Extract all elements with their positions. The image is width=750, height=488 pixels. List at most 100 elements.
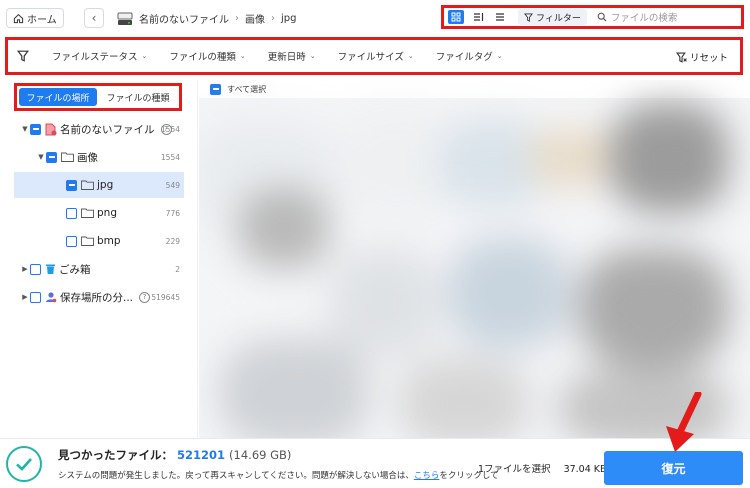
drive-icon <box>117 12 133 25</box>
folder-icon <box>81 180 94 190</box>
view-and-search-group: フィルター ファイルの検索 <box>441 5 744 29</box>
filter-button[interactable]: フィルター <box>518 9 587 25</box>
tree-checkbox[interactable] <box>30 291 41 303</box>
tree-item-bmp[interactable]: bmp 229 <box>14 228 184 254</box>
tree-item-storage-location[interactable]: ▶ 保存場所の分... ? 519645 <box>14 284 184 310</box>
reset-button[interactable]: リセット <box>676 50 728 64</box>
tree-item-count: 1554 <box>160 152 180 162</box>
reset-label: リセット <box>689 53 728 64</box>
search-icon <box>597 12 607 22</box>
tree-item-recycle-bin[interactable]: ▶ ごみ箱 2 <box>14 256 184 282</box>
search-input[interactable]: ファイルの検索 <box>597 10 678 24</box>
tree-item-count: 519645 <box>151 292 180 302</box>
filter-label: フィルター <box>536 13 581 24</box>
home-label: ホーム <box>27 14 57 26</box>
filter-file-status[interactable]: ファイルステータス ⌄ <box>52 49 147 63</box>
tree-item-count: 1554 <box>160 124 180 134</box>
tree-checkbox[interactable] <box>66 179 77 191</box>
detail-view-button[interactable] <box>470 10 486 24</box>
file-preview-area: すべて選択 <box>199 80 750 438</box>
tree-checkbox[interactable] <box>30 263 41 275</box>
tree-item-images[interactable]: ▼ 画像 1554 <box>14 144 184 170</box>
filter-file-size[interactable]: ファイルサイズ ⌄ <box>338 49 414 63</box>
top-bar: ホーム ‹ 名前のないファイル › 画像 › jpg フィルター ファイルの検索 <box>0 0 750 36</box>
tree-item-label: bmp <box>97 235 121 247</box>
search-placeholder: ファイルの検索 <box>610 13 678 24</box>
folder-icon <box>81 236 94 246</box>
home-icon <box>13 13 24 23</box>
breadcrumb: 名前のないファイル › 画像 › jpg <box>117 11 296 26</box>
filter-label: ファイルの種類 <box>169 52 236 63</box>
filter-clear-icon <box>676 52 687 63</box>
grid-view-button[interactable] <box>448 10 464 24</box>
blurred-thumbnail-grid <box>199 98 750 438</box>
chevron-down-icon: ⌄ <box>141 52 148 60</box>
tree-item-count: 549 <box>165 180 180 190</box>
filter-label: 更新日時 <box>267 52 306 63</box>
tree-item-count: 229 <box>165 236 180 246</box>
breadcrumb-separator-icon: › <box>235 13 239 24</box>
breadcrumb-item[interactable]: 画像 <box>245 11 265 26</box>
folder-icon <box>61 152 74 162</box>
help-link[interactable]: こちら <box>414 471 440 481</box>
caret-down-icon[interactable]: ▼ <box>36 153 46 161</box>
filter-file-tag[interactable]: ファイルタグ ⌄ <box>436 49 503 63</box>
found-files-count: 521201 <box>177 448 226 462</box>
breadcrumb-item[interactable]: jpg <box>281 13 296 24</box>
chevron-down-icon: ⌄ <box>239 52 246 60</box>
system-message: システムの問題が発生しました。戻って再スキャンしてください。問題が解決しない場合… <box>58 469 499 481</box>
sidebar: ファイルの場所 ファイルの種類 ▼ 名前のないファイル ? 1554 ▼ 画像 … <box>0 80 198 438</box>
tab-file-type[interactable]: ファイルの種類 <box>99 88 177 106</box>
tab-file-location[interactable]: ファイルの場所 <box>19 88 97 106</box>
sidebar-tabs: ファイルの場所 ファイルの種類 <box>14 83 182 111</box>
annotation-arrow-icon <box>666 392 702 452</box>
chevron-down-icon: ⌄ <box>496 52 503 60</box>
tree-checkbox[interactable] <box>30 123 41 135</box>
success-check-icon <box>6 446 42 482</box>
tree-item-label: ごみ箱 <box>59 263 91 276</box>
detail-view-icon <box>473 13 483 21</box>
tree-item-png[interactable]: png 776 <box>14 200 184 226</box>
filter-label: ファイルサイズ <box>337 52 404 63</box>
tree-item-count: 2 <box>175 264 180 274</box>
tree-item-label: 画像 <box>77 151 98 164</box>
tree-checkbox[interactable] <box>46 151 57 163</box>
list-view-button[interactable] <box>492 10 508 24</box>
filter-file-type[interactable]: ファイルの種類 ⌄ <box>169 49 245 63</box>
trash-icon <box>46 264 55 274</box>
chevron-down-icon: ⌄ <box>309 52 316 60</box>
list-view-icon <box>496 13 504 21</box>
home-button[interactable]: ホーム <box>6 8 64 28</box>
tree-item-jpg[interactable]: jpg 549 <box>14 172 184 198</box>
chevron-down-icon: ⌄ <box>407 52 414 60</box>
tree-item-label: jpg <box>97 179 114 191</box>
tree-item-label: 名前のないファイル <box>60 123 155 136</box>
tree-item-label: 保存場所の分... <box>60 291 134 304</box>
filter-icon <box>17 50 29 62</box>
file-missing-icon <box>45 123 57 135</box>
recover-button[interactable]: 復元 <box>604 451 743 485</box>
tree-checkbox[interactable] <box>66 235 77 247</box>
found-files-label: 見つかったファイル： <box>58 448 173 462</box>
tree-checkbox[interactable] <box>66 207 77 219</box>
help-icon[interactable]: ? <box>139 291 151 303</box>
system-message-text: システムの問題が発生しました。戻って再スキャンしてください。問題が解決しない場合… <box>58 471 414 481</box>
caret-down-icon[interactable]: ▼ <box>20 125 30 133</box>
select-all-row[interactable]: すべて選択 <box>199 80 750 98</box>
select-all-label: すべて選択 <box>227 84 267 94</box>
found-files-size: (14.69 GB) <box>229 448 292 462</box>
filter-modified-date[interactable]: 更新日時 ⌄ <box>268 49 316 63</box>
folder-icon <box>81 208 94 218</box>
caret-right-icon[interactable]: ▶ <box>20 265 30 273</box>
breadcrumb-separator-icon: › <box>271 13 275 24</box>
filter-label: ファイルタグ <box>435 52 493 63</box>
tree-item-label: png <box>97 207 117 219</box>
selection-info: 1ファイルを選択 37.04 KB <box>478 461 607 475</box>
tree-item-unnamed-files[interactable]: ▼ 名前のないファイル ? 1554 <box>14 116 184 142</box>
caret-right-icon[interactable]: ▶ <box>20 293 30 301</box>
breadcrumb-item[interactable]: 名前のないファイル <box>139 11 229 26</box>
found-files-summary: 見つかったファイル： 521201 (14.69 GB) <box>58 447 291 463</box>
select-all-checkbox[interactable] <box>210 83 221 95</box>
back-button[interactable]: ‹ <box>84 8 104 28</box>
tree-item-count: 776 <box>165 208 180 218</box>
